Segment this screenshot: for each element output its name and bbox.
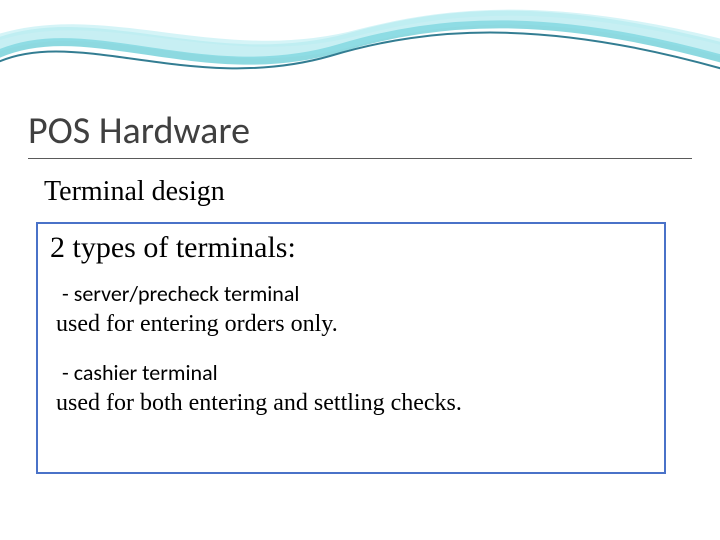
slide-title: POS Hardware	[28, 108, 250, 154]
item-desc: used for both entering and settling chec…	[56, 388, 652, 418]
box-heading: 2 types of terminals:	[50, 230, 652, 266]
list-item: - server/precheck terminal used for ente…	[50, 280, 652, 339]
title-underline	[28, 158, 692, 159]
decorative-wave	[0, 0, 720, 100]
item-label: - cashier terminal	[62, 359, 652, 386]
item-desc: used for entering orders only.	[56, 309, 652, 339]
slide-subheading: Terminal design	[44, 176, 225, 208]
list-item: - cashier terminal used for both enterin…	[50, 359, 652, 418]
content-box: 2 types of terminals: - server/precheck …	[36, 222, 666, 474]
item-label: - server/precheck terminal	[62, 280, 652, 307]
